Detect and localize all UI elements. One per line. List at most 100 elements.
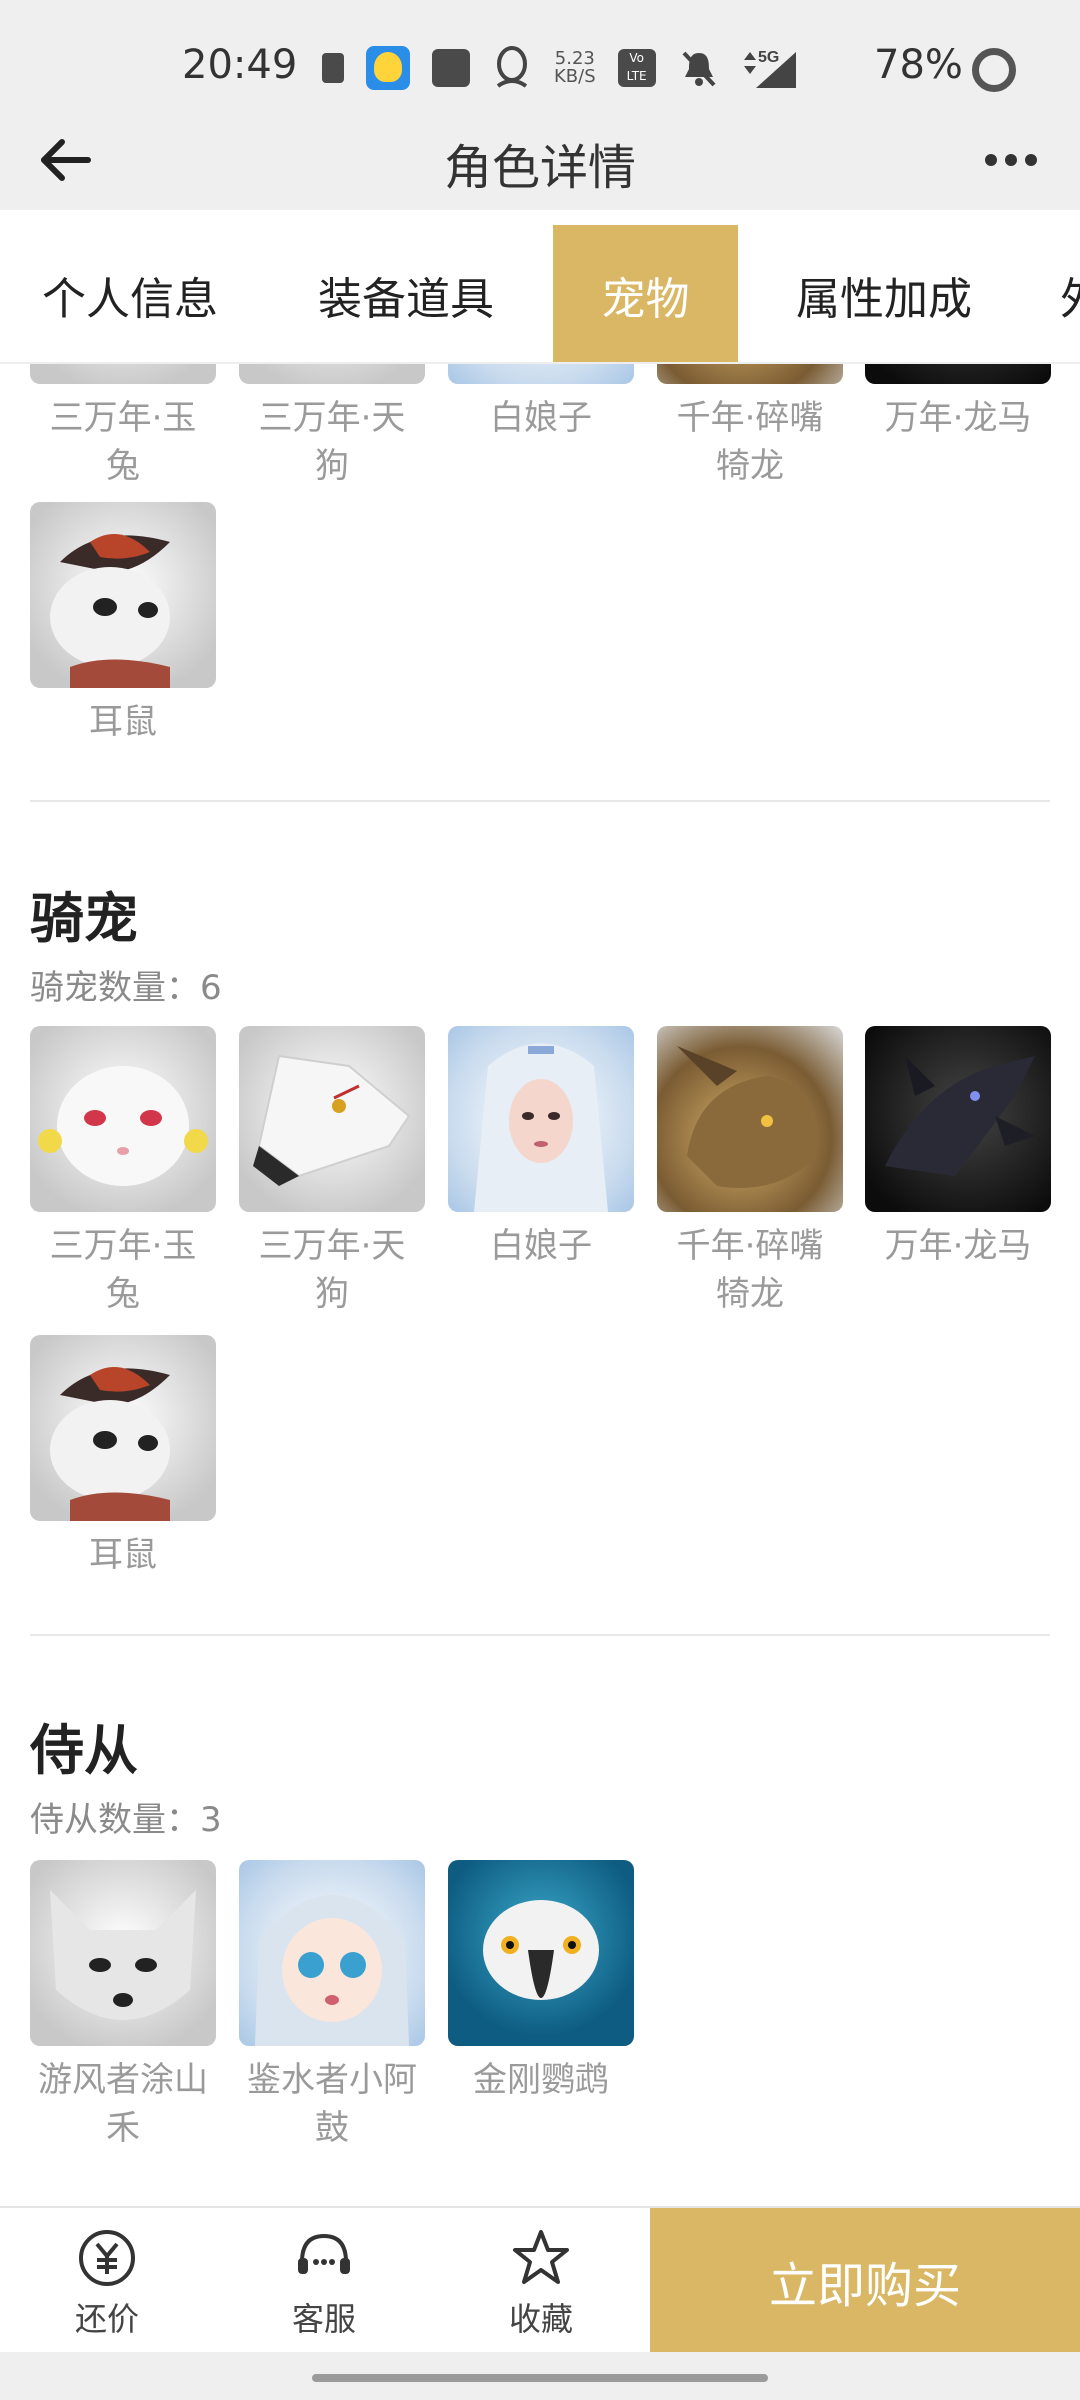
follower-count: 侍从数量：3 [30, 1800, 222, 1840]
mount-item[interactable]: 三万年·天狗 [239, 1026, 425, 1318]
mount-name: 三万年·天 [258, 1226, 406, 1266]
battery-percent: 78% [874, 42, 963, 88]
mount-name-cont: 狗 [315, 1274, 349, 1314]
image-icon [432, 49, 470, 87]
pet-item[interactable]: 耳鼠 [30, 502, 216, 746]
top-bar: 20:49 5.23 KB/S Vo LTE 5G 78% 角色详情 [0, 0, 1080, 210]
tab-bar: 个人信息 装备道具 宠物 属性加成 外 [0, 210, 1080, 364]
pet-thumbnail [657, 364, 843, 384]
page-header: 角色详情 [0, 110, 1080, 210]
follower-item[interactable]: 游风者涂山禾 [30, 1860, 216, 2152]
follower-item[interactable]: 鉴水者小阿鼓 [239, 1860, 425, 2152]
mount-section-title: 骑宠 [30, 887, 138, 950]
pet-item[interactable]: 白娘子 [448, 364, 634, 442]
ear-mouse-art [50, 1367, 170, 1521]
signal-5g-icon: 5G [743, 49, 796, 88]
wolf-image [239, 364, 425, 384]
pet-thumbnail [239, 364, 425, 384]
follower-thumbnail [30, 1860, 216, 2046]
pet-name: 三万年·天 [258, 398, 406, 438]
mute-bell-icon [682, 51, 716, 87]
follower-name-cont: 鼓 [315, 2108, 349, 2148]
mount-name-cont: 犄龙 [716, 1274, 784, 1314]
follower-item[interactable]: 金刚鹦鹉 [448, 1860, 634, 2104]
tab-attribute-bonus[interactable]: 属性加成 [784, 225, 984, 362]
mount-name: 千年·碎嘴 [676, 1226, 824, 1266]
follower-thumbnail [239, 1860, 425, 2046]
more-dot-icon [985, 154, 997, 166]
mount-thumbnail [30, 1026, 216, 1212]
section-divider [30, 1634, 1050, 1636]
tab-appearance[interactable]: 外 [1060, 225, 1080, 362]
status-time: 20:49 [182, 42, 298, 88]
dragon-horse-art [885, 1056, 1035, 1176]
pet-item[interactable]: 千年·碎嘴 犄龙 [657, 364, 843, 490]
dragon-image [657, 364, 843, 384]
black-dragon-image [865, 364, 1051, 384]
mount-name: 万年·龙马 [884, 1226, 1032, 1266]
mount-item[interactable]: 三万年·玉兔 [30, 1026, 216, 1318]
pet-thumbnail [865, 364, 1051, 384]
mount-count: 骑宠数量：6 [30, 968, 222, 1008]
chatter-dragon-art [677, 1046, 819, 1188]
home-indicator[interactable] [312, 2374, 768, 2382]
app-notification-icon [366, 46, 410, 90]
pet-thumbnail [30, 364, 216, 384]
chibi-girl-art [255, 1895, 409, 2046]
section-divider [30, 800, 1050, 802]
pet-name: 千年·碎嘴 [676, 398, 824, 438]
mount-name: 三万年·玉 [49, 1226, 197, 1266]
more-dot-icon [1025, 154, 1037, 166]
pet-item[interactable]: 万年·龙马 [865, 364, 1051, 442]
customer-service-button[interactable]: 客服 [249, 2218, 399, 2348]
pet-name: 白娘子 [490, 398, 592, 438]
pet-name: 万年·龙马 [884, 398, 1032, 438]
favorite-button[interactable]: 收藏 [466, 2218, 616, 2348]
buy-now-button[interactable]: 立即购买 [650, 2208, 1080, 2354]
mount-thumbnail [30, 1335, 216, 1521]
rabbit-image [30, 364, 216, 384]
macaw-art [483, 1900, 599, 2000]
mount-thumbnail [657, 1026, 843, 1212]
battery-icon [972, 48, 1016, 92]
tab-personal-info[interactable]: 个人信息 [30, 225, 230, 362]
mount-item[interactable]: 耳鼠 [30, 1335, 216, 1579]
qq-icon [496, 46, 528, 88]
mount-item[interactable]: 万年·龙马 [865, 1026, 1051, 1270]
pet-name-cont: 狗 [315, 446, 349, 486]
pet-name: 耳鼠 [89, 702, 157, 742]
star-icon [513, 2230, 569, 2284]
mount-name: 耳鼠 [89, 1535, 157, 1575]
download-icon [322, 53, 344, 83]
lady-image [448, 364, 634, 384]
customer-service-label: 客服 [291, 2300, 356, 2338]
status-bar: 20:49 5.23 KB/S Vo LTE 5G 78% [0, 30, 1080, 110]
mount-item[interactable]: 白娘子 [448, 1026, 634, 1270]
pet-thumbnail [30, 502, 216, 688]
bargain-button[interactable]: 还价 [32, 2218, 182, 2348]
pet-content: 三万年·玉兔 三万年·天狗 白娘子 千年·碎嘴 犄龙 万年·龙马 耳鼠 骑宠 骑… [0, 364, 1080, 2206]
follower-name: 鉴水者小阿 [247, 2060, 417, 2100]
headset-chat-icon [298, 2233, 350, 2274]
white-lady-art [474, 1043, 608, 1212]
more-button[interactable] [976, 140, 1046, 180]
bargain-label: 还价 [74, 2300, 139, 2338]
ear-mouse-art [50, 534, 170, 688]
status-icons: 5.23 KB/S Vo LTE 5G [322, 40, 802, 96]
pet-item[interactable]: 三万年·玉兔 [30, 364, 216, 490]
jade-rabbit-art [38, 1066, 208, 1186]
network-speed: 5.23 KB/S [554, 48, 596, 87]
sky-dog-art [253, 1054, 411, 1186]
volte-icon: Vo LTE [617, 49, 656, 87]
pet-item[interactable]: 三万年·天狗 [239, 364, 425, 490]
tab-pets[interactable]: 宠物 [553, 225, 738, 362]
mount-name-cont: 兔 [106, 1274, 140, 1314]
mount-item[interactable]: 千年·碎嘴犄龙 [657, 1026, 843, 1318]
system-nav-bar [0, 2352, 1080, 2400]
follower-section-title: 侍从 [30, 1719, 138, 1782]
svg-text:5G: 5G [758, 49, 779, 66]
page-title: 角色详情 [443, 140, 636, 196]
follower-name-cont: 禾 [106, 2108, 140, 2148]
pet-name-cont: 兔 [106, 446, 140, 486]
tab-equipment[interactable]: 装备道具 [306, 225, 506, 362]
